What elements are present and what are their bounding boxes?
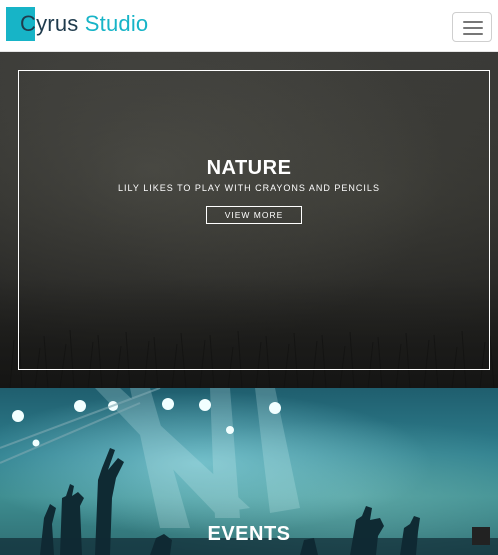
brand-name-initial: C xyxy=(20,11,37,36)
hamburger-icon xyxy=(463,27,483,29)
nature-panel[interactable]: NATURE LILY LIKES TO PLAY WITH CRAYONS A… xyxy=(0,52,498,388)
brand-name-second: Studio xyxy=(84,11,149,36)
hamburger-icon xyxy=(463,21,483,23)
view-more-button[interactable]: VIEW MORE xyxy=(206,206,302,224)
menu-toggle-button[interactable] xyxy=(452,12,492,42)
back-to-top-icon[interactable] xyxy=(472,527,490,545)
site-header: Cyrus Studio xyxy=(0,0,498,52)
nature-title: NATURE xyxy=(206,157,292,179)
brand-name-first: yrus xyxy=(36,11,79,36)
nature-subtitle: LILY LIKES TO PLAY WITH CRAYONS AND PENC… xyxy=(118,183,380,193)
brand-name: Cyrus Studio xyxy=(6,7,148,41)
events-title: EVENTS xyxy=(207,523,291,545)
hamburger-icon xyxy=(463,33,483,35)
events-panel[interactable]: EVENTS xyxy=(0,388,498,555)
brand-logo[interactable]: Cyrus Studio xyxy=(6,7,148,41)
